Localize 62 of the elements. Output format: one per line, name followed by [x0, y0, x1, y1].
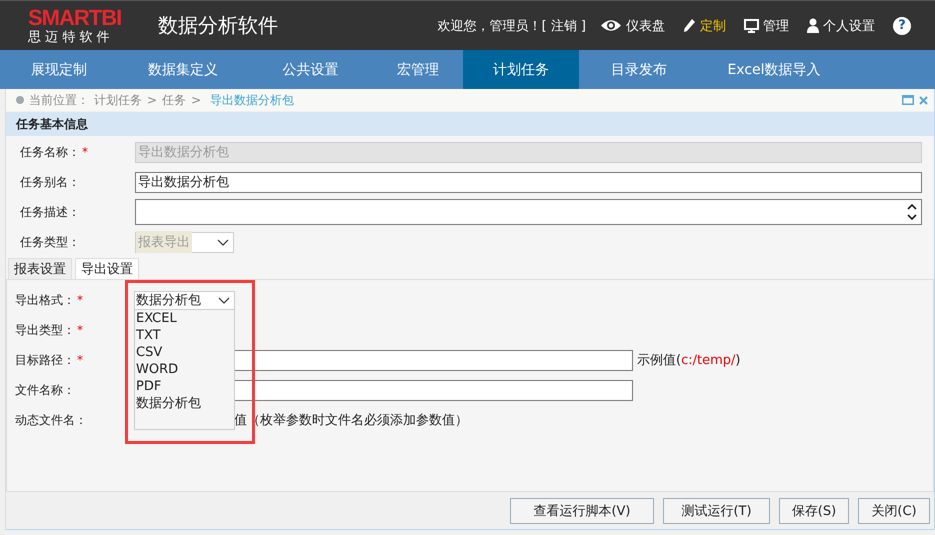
- field-label: 任务别名：: [20, 174, 80, 188]
- header-link[interactable]: 仪表盘: [600, 16, 665, 34]
- field-label: 导出格式：: [15, 292, 75, 306]
- breadcrumb-separator: >: [147, 93, 158, 107]
- nav-tab[interactable]: 展现定制: [0, 50, 118, 89]
- action-button[interactable]: 关闭(C): [858, 498, 930, 524]
- logo-subtitle: 思 迈 特 软 件: [28, 31, 111, 44]
- action-button[interactable]: 查看运行脚本(V): [510, 498, 654, 524]
- field-label: 目标路径：: [15, 352, 75, 366]
- bullet-icon: [16, 96, 24, 104]
- note-text: 值（枚举参数时文件名必须添加参数值）: [234, 412, 468, 429]
- header-link[interactable]: 管理: [744, 16, 789, 34]
- example-hint: 示例值(c:/temp/): [637, 352, 740, 369]
- nav-tab[interactable]: 公共设置: [248, 50, 373, 89]
- welcome-text: 欢迎您，管理员！: [438, 18, 542, 34]
- text-area[interactable]: [135, 199, 922, 225]
- action-button[interactable]: 测试运行(T): [663, 498, 770, 524]
- chevron-down-icon: [217, 238, 229, 246]
- field-label: 任务描述：: [20, 204, 80, 218]
- required-mark: *: [82, 144, 88, 158]
- eye-icon: [600, 19, 622, 32]
- field-label: 任务类型：: [20, 234, 80, 248]
- action-button[interactable]: 保存(S): [779, 498, 849, 524]
- dropdown-option[interactable]: 数据分析包: [135, 395, 234, 412]
- section-header: 任务基本信息: [6, 112, 934, 136]
- breadcrumb-current: 导出数据分析包: [210, 92, 294, 108]
- maximize-icon[interactable]: [902, 95, 914, 105]
- header-link[interactable]: 定制: [683, 16, 726, 34]
- person-icon: [807, 18, 819, 33]
- field-label: 动态文件名：: [15, 412, 87, 426]
- required-mark: *: [77, 322, 83, 336]
- close-icon[interactable]: [919, 96, 928, 104]
- app-title: 数据分析软件: [158, 12, 278, 39]
- text-field[interactable]: 导出数据分析包: [135, 172, 922, 192]
- settings-tab[interactable]: 导出设置: [75, 258, 139, 279]
- breadcrumb-separator: >: [191, 93, 202, 107]
- select-field[interactable]: 数据分析包: [134, 290, 235, 310]
- required-mark: *: [77, 292, 83, 306]
- dropdown-option[interactable]: CSV: [135, 344, 234, 361]
- header-link[interactable]: 个人设置: [807, 16, 875, 34]
- field-label: 文件名称：: [15, 382, 75, 396]
- nav-tab[interactable]: 数据集定义: [118, 50, 248, 89]
- breadcrumb-label: 当前位置：: [29, 92, 89, 108]
- dropdown-option[interactable]: WORD: [135, 361, 234, 378]
- dropdown-option[interactable]: TXT: [135, 327, 234, 344]
- monitor-icon: [744, 18, 759, 32]
- dropdown-option[interactable]: EXCEL: [135, 310, 234, 327]
- required-mark: *: [77, 352, 83, 366]
- nav-tab[interactable]: 宏管理: [373, 50, 463, 89]
- logo-wordmark: SMARTBI: [28, 7, 122, 29]
- help-icon[interactable]: ?: [893, 16, 911, 34]
- field-label: 任务名称：: [20, 144, 80, 158]
- settings-tab[interactable]: 报表设置: [8, 258, 72, 279]
- dropdown-option[interactable]: PDF: [135, 378, 234, 395]
- logout-link[interactable]: [ 注销 ]: [542, 16, 586, 34]
- nav-tab[interactable]: 计划任务: [463, 50, 579, 89]
- chevron-down-icon: [218, 296, 230, 304]
- pencil-icon: [683, 18, 696, 33]
- nav-tab[interactable]: 目录发布: [579, 50, 699, 89]
- scroll-arrows-icon[interactable]: [907, 202, 917, 222]
- nav-tab[interactable]: Excel数据导入: [699, 50, 849, 89]
- field-label: 导出类型：: [15, 322, 75, 336]
